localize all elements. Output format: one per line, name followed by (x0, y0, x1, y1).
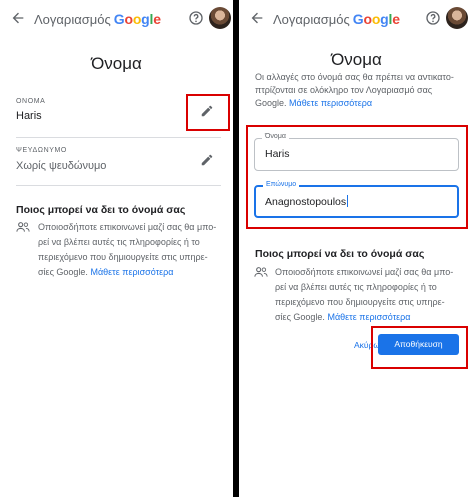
visibility-line: Οποιοσδήποτε επικοινωνεί μαζί σας θα μπο… (275, 267, 454, 277)
visibility-line: περιεχόμενο που δημιουργείτε στις υπηρε- (38, 252, 208, 262)
divider (16, 185, 221, 186)
left-screen: Λογαριασμός Google Όνομα ΟΝΟΜΑ Haris ΨΕΥΔ… (0, 0, 233, 497)
visibility-title: Ποιος μπορεί να δει το όνομά σας (255, 248, 425, 260)
title-prefix: Λογαριασμός (273, 12, 350, 27)
divider (16, 137, 221, 138)
app-bar: Λογαριασμός Google (0, 0, 233, 38)
nickname-value[interactable]: Χωρίς ψευδώνυμο (16, 160, 106, 172)
google-letter: g (380, 11, 389, 27)
visibility-last-line: σίες Google. (275, 312, 325, 322)
pencil-icon[interactable] (200, 153, 214, 167)
people-icon (16, 222, 30, 232)
name-value[interactable]: Haris (16, 110, 42, 122)
google-letter: G (352, 11, 364, 27)
google-logo: Google (114, 11, 161, 27)
notice-last-line: Google. (255, 98, 287, 108)
people-icon (254, 267, 268, 277)
highlight-name-fields (246, 125, 468, 229)
notice-line: πτρίζονται σε ολόκληρο τον Λογαριασμό σα… (255, 85, 433, 95)
app-title: Λογαριασμός Google (34, 11, 161, 27)
help-circle-icon[interactable] (188, 10, 204, 26)
learn-more-link[interactable]: Μάθετε περισσότερα (90, 267, 173, 277)
google-letter: o (124, 11, 133, 27)
arrow-back-icon[interactable] (10, 10, 26, 26)
change-notice: Οι αλλαγές στο όνομά σας θα πρέπει να αν… (255, 71, 461, 110)
visibility-line: ρεί να βλέπει αυτές τις πληροφορίες ή το (38, 237, 200, 247)
nickname-label: ΨΕΥΔΩΝΥΜΟ (16, 147, 67, 154)
app-title: Λογαριασμός Google (273, 11, 400, 27)
page-title: Όνομα (91, 54, 142, 73)
google-letter: G (113, 11, 125, 27)
google-letter: e (153, 11, 161, 27)
google-letter: o (363, 11, 372, 27)
visibility-line: Οποιοσδήποτε επικοινωνεί μαζί σας θα μπο… (38, 222, 217, 232)
learn-more-link[interactable]: Μάθετε περισσότερα (289, 98, 372, 108)
google-letter: g (141, 11, 150, 27)
notice-line: Οι αλλαγές στο όνομά σας θα πρέπει να αν… (255, 72, 454, 82)
app-bar: Λογαριασμός Google (239, 0, 474, 38)
notice-line: Google. Μάθετε περισσότερα (255, 97, 461, 110)
google-letter: o (132, 11, 142, 27)
google-letter: o (371, 11, 381, 27)
visibility-title: Ποιος μπορεί να δει το όνομά σας (16, 204, 186, 216)
visibility-line: περιεχόμενο που δημιουργείτε στις υπηρε- (275, 297, 445, 307)
avatar[interactable] (209, 7, 231, 29)
avatar[interactable] (446, 7, 468, 29)
visibility-line: σίες Google. Μάθετε περισσότερα (275, 310, 471, 325)
title-prefix: Λογαριασμός (34, 12, 111, 27)
highlight-edit-name (186, 94, 230, 131)
google-letter: e (392, 11, 400, 27)
learn-more-link[interactable]: Μάθετε περισσότερα (327, 312, 410, 322)
visibility-line: σίες Google. Μάθετε περισσότερα (38, 265, 228, 280)
visibility-text: Οποιοσδήποτε επικοινωνεί μαζί σας θα μπο… (38, 220, 228, 280)
highlight-save (371, 326, 468, 369)
name-label: ΟΝΟΜΑ (16, 98, 46, 105)
arrow-back-icon[interactable] (249, 10, 265, 26)
page-title: Όνομα (331, 50, 382, 69)
visibility-line: ρεί να βλέπει αυτές τις πληροφορίες ή το (275, 282, 437, 292)
right-screen: Λογαριασμός Google Όνομα Οι αλλαγές στο ό… (239, 0, 474, 497)
help-circle-icon[interactable] (425, 10, 441, 26)
visibility-text: Οποιοσδήποτε επικοινωνεί μαζί σας θα μπο… (275, 265, 471, 325)
visibility-last-line: σίες Google. (38, 267, 88, 277)
google-logo: Google (353, 11, 400, 27)
